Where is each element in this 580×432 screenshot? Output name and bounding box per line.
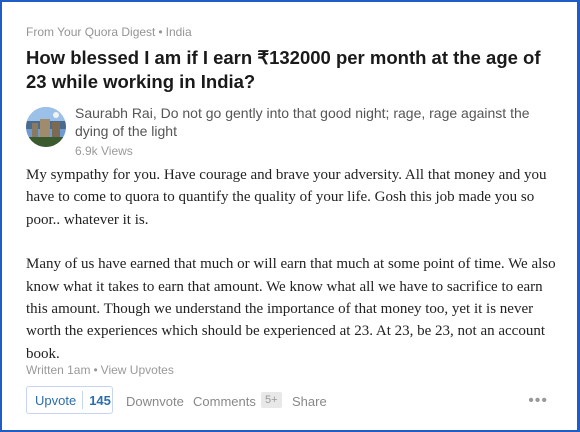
action-bar: Upvote 145 Downvote Comments 5+ Share ••… xyxy=(26,386,554,416)
answer-body: My sympathy for you. Have courage and br… xyxy=(26,164,556,387)
digest-region[interactable]: India xyxy=(166,25,192,39)
downvote-button[interactable]: Downvote xyxy=(126,394,184,409)
answer-paragraph: My sympathy for you. Have courage and br… xyxy=(26,167,547,228)
digest-separator: • xyxy=(158,25,163,39)
upvote-count: 145 xyxy=(89,392,111,408)
author-avatar[interactable] xyxy=(26,107,66,147)
comments-button[interactable]: Comments xyxy=(193,394,256,409)
more-options-icon[interactable]: ••• xyxy=(528,392,548,410)
written-time[interactable]: Written 1am xyxy=(26,363,90,377)
meta-separator: • xyxy=(93,363,98,377)
author-name[interactable]: Saurabh Rai xyxy=(75,105,153,121)
author-line: Saurabh Rai, Do not go gently into that … xyxy=(75,104,555,140)
view-count: 6.9k Views xyxy=(75,144,133,158)
comments-count-badge[interactable]: 5+ xyxy=(261,392,282,408)
answer-paragraph: Many of us have earned that much or will… xyxy=(26,256,556,362)
upvote-label: Upvote xyxy=(35,392,77,408)
share-button[interactable]: Share xyxy=(292,394,327,409)
upvote-divider xyxy=(82,391,84,409)
answer-meta: Written 1am • View Upvotes xyxy=(26,363,174,377)
upvote-button[interactable]: Upvote 145 xyxy=(26,386,113,414)
question-title[interactable]: How blessed I am if I earn ₹132000 per m… xyxy=(26,46,554,94)
digest-source[interactable]: From Your Quora Digest xyxy=(26,25,155,39)
digest-header: From Your Quora Digest • India xyxy=(26,25,192,39)
view-upvotes-link[interactable]: View Upvotes xyxy=(101,363,174,377)
avatar-image xyxy=(26,107,66,147)
